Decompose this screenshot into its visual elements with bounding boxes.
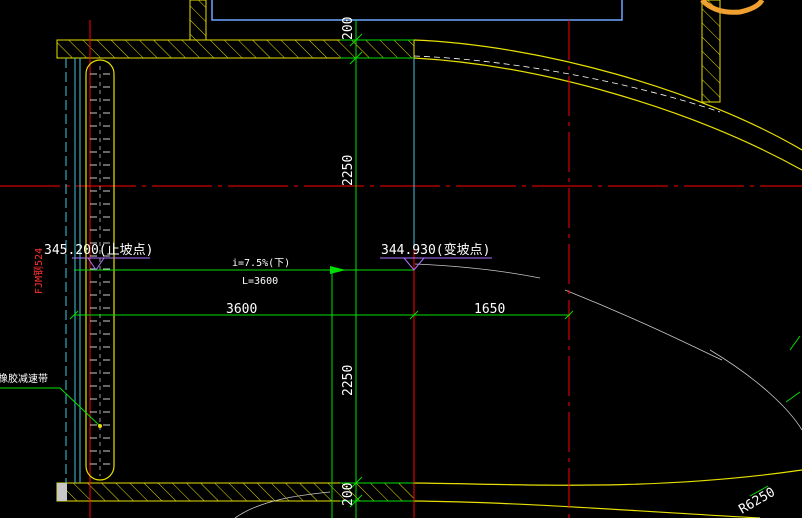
speed-bump-leader	[0, 387, 101, 427]
bottom-wall-corner	[57, 483, 67, 501]
green-arrow-marks	[749, 335, 801, 497]
speed-bump-label: 橡胶减速带	[0, 372, 48, 385]
dim-top-200: 200	[341, 17, 356, 40]
dim-lower-2250: 2250	[341, 365, 356, 396]
arc-grey-3	[414, 263, 541, 279]
curved-wall-bottom-inner	[413, 500, 761, 518]
top-wall-stub	[189, 0, 207, 41]
right-wall	[701, 0, 721, 103]
slope-grade-text: i=7.5%(下)	[232, 258, 290, 269]
slope-arrow	[330, 266, 346, 274]
dim-upper-2250: 2250	[341, 155, 356, 186]
speed-bump-leader-dot	[98, 424, 102, 428]
door-code-label: FJM钢524	[32, 248, 45, 294]
curved-guide-top	[413, 55, 721, 113]
dim-3600: 3600	[226, 302, 257, 317]
dim-1650: 1650	[474, 302, 505, 317]
elevation-start-text: 345.200(止坡点)	[44, 243, 153, 258]
bottom-wall	[56, 482, 415, 502]
upper-room-outline	[211, 0, 623, 21]
dim-bottom-200: 200	[341, 483, 356, 506]
top-wall	[56, 39, 415, 59]
cad-drawing: 200 2250 2250 200 3600 1650 R6250 345.20…	[0, 0, 802, 518]
curved-wall-bottom-outer	[413, 469, 802, 486]
elevation-marker-start	[72, 257, 150, 271]
arc-grey-1	[564, 289, 723, 361]
dim-radius: R6250	[737, 485, 778, 518]
curved-wall-inner	[413, 57, 802, 171]
elevation-change-text: 344.930(变坡点)	[381, 242, 490, 258]
slope-length-text: L=3600	[242, 276, 278, 287]
arc-grey-2	[709, 349, 802, 431]
curved-wall-outer	[413, 39, 802, 151]
